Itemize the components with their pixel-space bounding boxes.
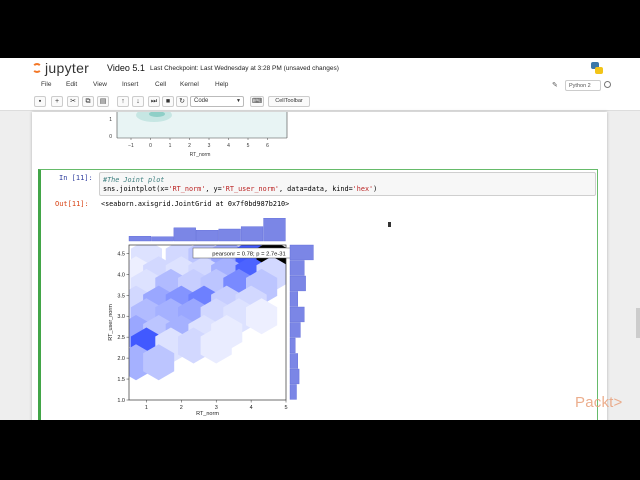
cell-type-value: Code: [194, 98, 209, 104]
menu-kernel[interactable]: Kernel: [180, 81, 199, 88]
x-marginal-bar: [240, 226, 264, 242]
x-marginal-bar: [128, 236, 152, 242]
menubar: File Edit View Insert Cell Kernel Help ✎…: [0, 78, 640, 93]
edit-pencil-icon[interactable]: ✎: [552, 81, 558, 89]
code-line: sns.jointplot(x='RT_norm', y='RT_user_no…: [103, 185, 592, 194]
toolbar: ▪ + ✂ ⧉ ▤ ↑ ↓ ⏭ ■ ↻ Code ▼ ⌨ CellToolbar: [0, 93, 640, 111]
code-token: , data=data, kind=: [279, 185, 353, 193]
x-tick-label: 3: [208, 143, 211, 149]
x-marginal-bar: [263, 218, 286, 242]
y-tick-label: 1.0: [117, 398, 125, 404]
notebook-name[interactable]: Video 5.1: [107, 63, 145, 73]
code-cell[interactable]: In [11]: #The Joint plot sns.jointplot(x…: [38, 169, 598, 420]
code-token: ): [373, 185, 378, 193]
menu-cell[interactable]: Cell: [155, 81, 166, 88]
x-marginal-bar: [173, 227, 196, 242]
menu-file[interactable]: File: [41, 81, 51, 88]
code-string: 'RT_norm': [168, 185, 206, 193]
y-marginal-bar: [289, 291, 299, 307]
cut-icon[interactable]: ✂: [67, 96, 79, 107]
y-tick-label: 4.5: [117, 251, 125, 257]
run-icon[interactable]: ⏭: [148, 96, 160, 107]
previous-kde-plot: −1 0 1 2 3 4 5 6 1 0 RT_norm: [109, 112, 288, 158]
y-marginal-bar: [289, 368, 300, 385]
kernel-indicator-icon: [604, 81, 611, 88]
y-tick-label: 3.5: [117, 293, 125, 299]
screen: jupyter Video 5.1 Last Checkpoint: Last …: [0, 0, 640, 480]
x-tick-label: 5: [247, 143, 250, 149]
x-tick-label: 4: [227, 143, 230, 149]
kernel-name[interactable]: Python 2: [565, 80, 601, 91]
y-marginal-bar: [289, 260, 305, 276]
move-down-icon[interactable]: ↓: [132, 96, 144, 107]
jupyter-logo[interactable]: jupyter: [31, 59, 89, 77]
jupyter-app: jupyter Video 5.1 Last Checkpoint: Last …: [0, 58, 640, 420]
y-tick-label: 1.5: [117, 377, 125, 383]
code-token: sns.jointplot(x=: [103, 185, 169, 193]
celltoolbar-button[interactable]: CellToolbar: [268, 96, 310, 107]
x-tick-label: −1: [128, 143, 134, 149]
x-marginal-bar: [151, 236, 174, 242]
code-token: , y=: [205, 185, 222, 193]
menu-help[interactable]: Help: [215, 81, 228, 88]
x-tick-label: 1: [145, 405, 148, 411]
insert-cell-icon[interactable]: +: [51, 96, 63, 107]
x-tick-label: 2: [188, 143, 191, 149]
x-tick-label: 1: [169, 143, 172, 149]
y-marginal-bar: [289, 244, 314, 261]
paste-icon[interactable]: ▤: [97, 96, 109, 107]
y-marginal-bar: [289, 353, 299, 369]
y-tick-label: 2.0: [117, 356, 125, 362]
y-tick-label: 3.0: [117, 314, 125, 320]
y-marginal-bar: [289, 337, 296, 354]
x-tick-label: 0: [149, 143, 152, 149]
output-repr: <seaborn.axisgrid.JointGrid at 0x7f0bd98…: [101, 200, 290, 208]
python-logo-icon: [590, 61, 604, 75]
move-up-icon[interactable]: ↑: [117, 96, 129, 107]
x-marginal-bar: [196, 229, 219, 242]
output-prompt: Out[11]:: [55, 200, 89, 208]
code-string: 'RT_user_norm': [221, 185, 279, 193]
chevron-down-icon: ▼: [236, 98, 241, 104]
y-axis-label: RT_user_norm: [108, 304, 114, 341]
x-tick-label: 6: [266, 143, 269, 149]
mouse-cursor: [388, 222, 391, 227]
y-marginal-bar: [289, 306, 305, 323]
y-marginal-bar: [289, 275, 306, 292]
notebook-page: −1 0 1 2 3 4 5 6 1 0 RT_norm In [11]: #The Join…: [32, 112, 607, 420]
x-tick-label: 2: [180, 405, 183, 411]
y-marginal-bar: [289, 322, 301, 338]
input-prompt: In [11]:: [59, 174, 93, 182]
restart-icon[interactable]: ↻: [176, 96, 188, 107]
x-marginal-bar: [218, 228, 241, 242]
code-comment: #The Joint plot: [103, 176, 165, 184]
packt-watermark: Packt>: [575, 394, 623, 411]
hexbin-jointplot: pearsonr = 0.78; p = 2.7e-311 2 3 4 51.01.52…: [108, 218, 314, 417]
x-tick-label: 4: [250, 405, 253, 411]
x-tick-label: 5: [284, 405, 287, 411]
copy-icon[interactable]: ⧉: [82, 96, 94, 107]
menu-insert[interactable]: Insert: [122, 81, 138, 88]
logo-text: jupyter: [45, 60, 90, 76]
scrollbar[interactable]: [636, 308, 640, 338]
menu-view[interactable]: View: [93, 81, 107, 88]
checkpoint-status: Last Checkpoint: Last Wednesday at 3:28 …: [150, 65, 339, 72]
x-axis-label: RT_norm: [190, 152, 211, 158]
pearsonr-annotation: pearsonr = 0.78; p = 2.7e-31: [212, 252, 285, 258]
y-marginal-bar: [289, 384, 297, 400]
y-tick-label: 0: [109, 134, 112, 140]
cell-type-select[interactable]: Code ▼: [190, 96, 244, 107]
code-input[interactable]: #The Joint plot sns.jointplot(x='RT_norm…: [99, 172, 596, 196]
keyboard-icon[interactable]: ⌨: [250, 96, 264, 107]
y-tick-label: 4.0: [117, 272, 125, 278]
stop-icon[interactable]: ■: [162, 96, 174, 107]
notebook-header: jupyter Video 5.1 Last Checkpoint: Last …: [0, 58, 640, 78]
y-tick-label: 1: [109, 117, 112, 123]
menu-edit[interactable]: Edit: [66, 81, 77, 88]
y-tick-label: 2.5: [117, 335, 125, 341]
x-axis-label: RT_norm: [196, 411, 219, 417]
code-string: 'hex': [352, 185, 374, 193]
save-icon[interactable]: ▪: [34, 96, 46, 107]
jupyter-logo-icon: [31, 61, 43, 75]
